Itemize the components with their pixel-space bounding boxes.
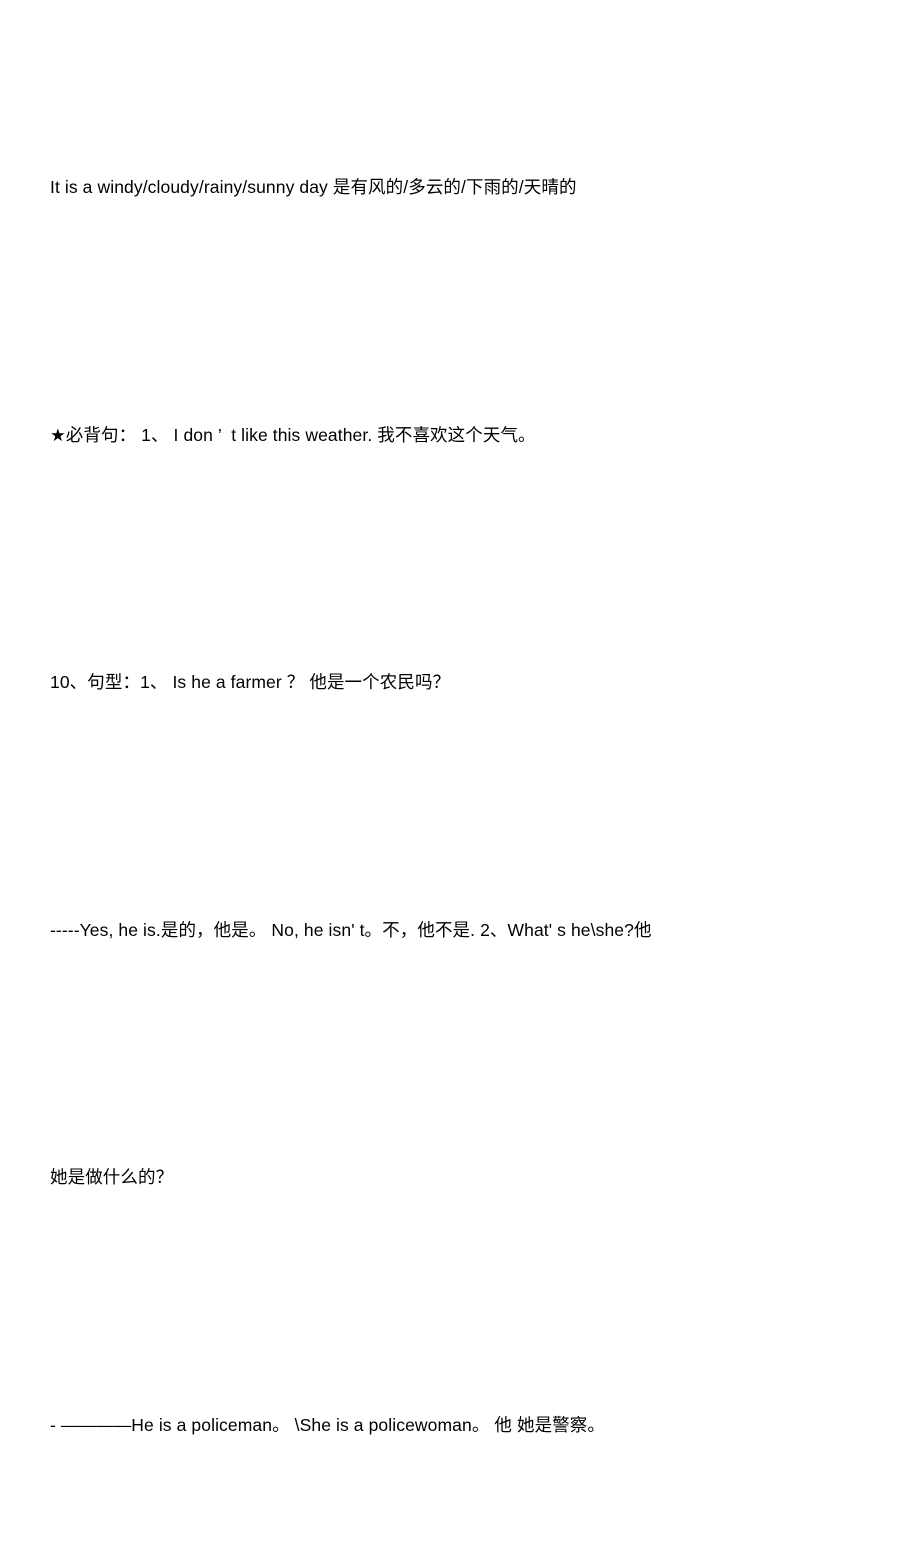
paragraph-text: - ————He is a policeman。 \She is a polic…	[50, 1401, 870, 1451]
paragraph-text: -----Yes, he is.是的，他是。 No, he isn' t。不，他…	[50, 906, 870, 956]
paragraph-text: 她是做什么的？	[50, 1153, 870, 1203]
document-page: It is a windy/cloudy/rainy/sunny day 是有风…	[0, 0, 920, 1303]
document-text-body: It is a windy/cloudy/rainy/sunny day 是有风…	[50, 64, 870, 1549]
paragraph-text: It is a windy/cloudy/rainy/sunny day 是有风…	[50, 163, 870, 213]
paragraph-text: 10、句型：1、 Is he a farmer ？ 他是一个农民吗？	[50, 658, 870, 708]
paragraph-must-memorize-sentence: ★必背句： 1、 I don ’ t like this weather. 我不…	[50, 312, 870, 560]
paragraph-text: ★必背句： 1、 I don ’ t like this weather. 我不…	[50, 411, 870, 461]
paragraph-what-does-she-do-line: 她是做什么的？	[50, 1054, 870, 1302]
paragraph-section-10-sentence-patterns: 10、句型：1、 Is he a farmer ？ 他是一个农民吗？	[50, 559, 870, 807]
paragraph-answer-yes-no-line: -----Yes, he is.是的，他是。 No, he isn' t。不，他…	[50, 807, 870, 1055]
paragraph-weather-sentence: It is a windy/cloudy/rainy/sunny day 是有风…	[50, 64, 870, 312]
paragraph-policeman-policewoman-answer: - ————He is a policeman。 \She is a polic…	[50, 1302, 870, 1549]
